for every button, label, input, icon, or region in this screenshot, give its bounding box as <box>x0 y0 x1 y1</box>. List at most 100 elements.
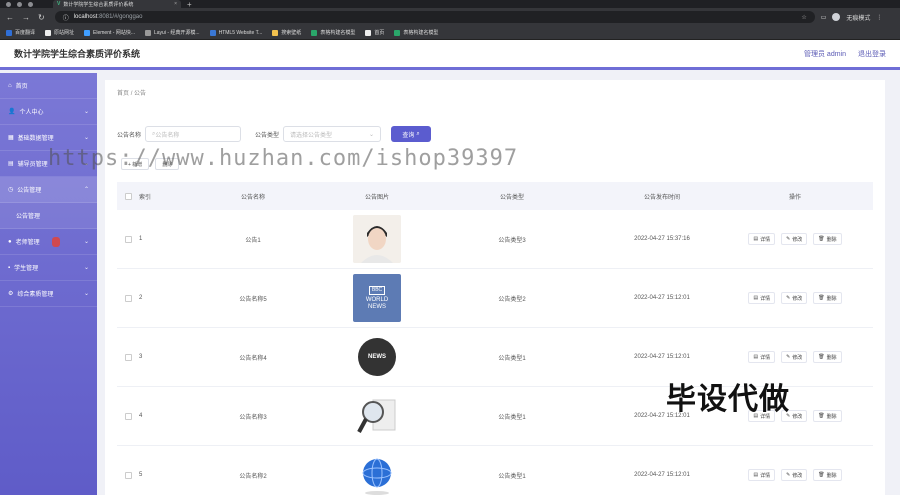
breadcrumb-home[interactable]: 首页 <box>117 91 129 97</box>
menu-icon[interactable]: ⋮ <box>876 14 882 21</box>
bookmark-item[interactable]: 首页 <box>365 29 384 36</box>
bookmark-item[interactable]: 原站网址 <box>45 29 74 36</box>
browser-tab[interactable]: V 数计学院学生综合素质评价系统 × <box>53 0 181 8</box>
chevron-down-icon: ⌄ <box>83 135 89 141</box>
sidebar-item-quality[interactable]: ⚙ 综合素质管理 ⌄ <box>0 281 97 307</box>
sidebar-item-teacher[interactable]: ● 老师管理 ⌄ <box>0 229 97 255</box>
query-button[interactable]: 查询 ⌕ <box>391 126 432 142</box>
bookmark-icon <box>45 29 52 36</box>
bookmark-icon <box>145 29 151 36</box>
sidebar-item-student[interactable]: ▪ 学生管理 ⌄ <box>0 255 97 281</box>
row-checkbox[interactable] <box>124 471 132 479</box>
trash-icon: 🗑 <box>818 236 825 242</box>
notice-table: 索引 公告名称 公告图片 公告类型 公告发布时间 操作 1 公告1 公告类型3 … <box>117 182 873 495</box>
header-type: 公告类型 <box>499 194 524 201</box>
trash-icon: 🗑 <box>818 295 825 301</box>
bookmark-item[interactable]: Layui - 经典开源模... <box>145 29 200 36</box>
notice-image: BBC WORLD NEWS <box>353 274 401 322</box>
bookmark-item[interactable]: Element - 网站快... <box>84 29 135 36</box>
user-icon: 👤 <box>8 109 16 115</box>
chevron-up-icon: ⌃ <box>83 187 89 193</box>
sidebar-item-notice[interactable]: ◷ 公告管理 ⌃ <box>0 177 97 203</box>
header-time: 公告发布时间 <box>643 194 680 201</box>
edit-icon: ✎ <box>786 472 791 478</box>
student-icon: ▪ <box>8 264 11 271</box>
chevron-down-icon: ⌄ <box>83 239 89 245</box>
chat-icon: ▤ <box>8 161 14 167</box>
profile-avatar[interactable] <box>832 13 841 21</box>
edit-button[interactable]: ✎ 修改 <box>781 351 808 363</box>
bookmark-icon <box>6 29 12 36</box>
detail-button[interactable]: ▤ 详情 <box>748 292 776 304</box>
delete-button[interactable]: 🗑 删除 <box>813 351 842 363</box>
breadcrumb-current: 公告 <box>134 91 147 97</box>
detail-button[interactable]: ▤ 详情 <box>748 233 776 245</box>
overlay-text: 毕设代做 <box>666 383 790 416</box>
notice-image <box>353 451 401 495</box>
bookmark-icon <box>394 29 401 36</box>
edit-button[interactable]: ✎ 修改 <box>781 469 808 481</box>
url-path: :8081/#/gonggao <box>97 14 143 20</box>
bookmark-icon <box>365 29 372 36</box>
row-checkbox[interactable] <box>124 353 132 361</box>
bookmarks-bar: 百度翻译 原站网址 Element - 网站快... Layui - 经典开源模… <box>0 26 900 40</box>
document-icon: ▤ <box>753 354 759 360</box>
bookmark-item[interactable]: 百度翻译 <box>6 29 35 36</box>
detail-button[interactable]: ▤ 详情 <box>748 351 776 363</box>
split-icon[interactable]: ▭ <box>821 14 827 21</box>
logout-link[interactable]: 退出登录 <box>858 49 886 59</box>
browser-tabbar: V 数计学院学生综合素质评价系统 × + <box>0 0 900 9</box>
address-bar: ← → ↻ ⓘ localhost:8081/#/gonggao ☆ ▭ 无痕模… <box>0 8 900 26</box>
notice-image <box>353 392 401 440</box>
edit-icon: ✎ <box>786 295 791 301</box>
user-label: 管理员 admin <box>803 50 846 58</box>
delete-button[interactable]: 🗑 删除 <box>813 410 842 422</box>
sidebar-subitem-notice[interactable]: 公告管理 <box>0 203 97 229</box>
edit-icon: ✎ <box>786 354 791 360</box>
table-row: 2 公告名称5 BBC WORLD NEWS 公告类型2 2022-04-27 … <box>117 269 873 328</box>
app-header: 数计学院学生综合素质评价系统 管理员 admin 退出登录 <box>0 40 900 70</box>
select-all-checkbox[interactable] <box>124 192 132 200</box>
chevron-down-icon: ⌄ <box>83 109 89 115</box>
bookmark-item[interactable]: 搜索壁纸 <box>272 29 301 36</box>
back-icon[interactable]: ← <box>6 13 14 22</box>
row-checkbox[interactable] <box>124 235 132 243</box>
search-icon: ⌕ <box>416 130 420 137</box>
cursor-icon <box>52 237 60 247</box>
reload-icon[interactable]: ↻ <box>38 13 45 22</box>
sidebar-item-home[interactable]: ⌂ 首页 <box>0 73 97 99</box>
chevron-down-icon: ⌄ <box>369 131 375 138</box>
table-row: 5 公告名称2 公告类型1 2022-04-27 15:12:01 ▤ 详情 ✎ 修… <box>117 446 873 495</box>
delete-button[interactable]: 🗑 删除 <box>813 469 842 481</box>
header-name: 公告名称 <box>240 194 265 201</box>
delete-button[interactable]: 🗑 删除 <box>813 233 842 245</box>
sidebar-item-profile[interactable]: 👤 个人中心 ⌄ <box>0 99 97 125</box>
close-icon[interactable]: × <box>174 1 177 7</box>
document-icon: ▤ <box>753 236 759 242</box>
edit-button[interactable]: ✎ 修改 <box>781 233 808 245</box>
forward-icon[interactable]: → <box>22 13 30 22</box>
table-header: 索引 公告名称 公告图片 公告类型 公告发布时间 操作 <box>117 182 873 210</box>
bookmark-item[interactable]: 表格构建名模型 <box>394 29 438 36</box>
chevron-down-icon: ⌄ <box>83 291 89 297</box>
star-icon[interactable]: ☆ <box>801 14 806 21</box>
trash-icon: 🗑 <box>818 472 825 478</box>
window-controls[interactable] <box>0 1 33 7</box>
profile-label: 无痕模式 <box>846 15 871 22</box>
notice-name-input[interactable]: ⌕ 公告名称 <box>145 126 242 142</box>
row-checkbox[interactable] <box>124 412 132 420</box>
bookmark-item[interactable]: HTML5 Website T... <box>209 29 262 36</box>
url-input[interactable]: ⓘ localhost:8081/#/gonggao ☆ <box>54 11 815 23</box>
notice-type-select[interactable]: 请选择公告类型 ⌄ <box>283 126 382 142</box>
row-checkbox[interactable] <box>124 294 132 302</box>
delete-button[interactable]: 🗑 删除 <box>813 292 842 304</box>
tab-title: 数计学院学生综合素质评价系统 <box>63 1 134 8</box>
header-index: 索引 <box>139 194 152 201</box>
table-row: 1 公告1 公告类型3 2022-04-27 15:37:16 ▤ 详情 ✎ 修改 … <box>117 210 873 269</box>
settings-icon: ⚙ <box>8 291 14 297</box>
bookmark-item[interactable]: 表格构建名模型 <box>311 29 355 36</box>
edit-button[interactable]: ✎ 修改 <box>781 292 808 304</box>
document-icon: ▤ <box>753 295 759 301</box>
trash-icon: 🗑 <box>818 413 825 419</box>
detail-button[interactable]: ▤ 详情 <box>748 469 776 481</box>
